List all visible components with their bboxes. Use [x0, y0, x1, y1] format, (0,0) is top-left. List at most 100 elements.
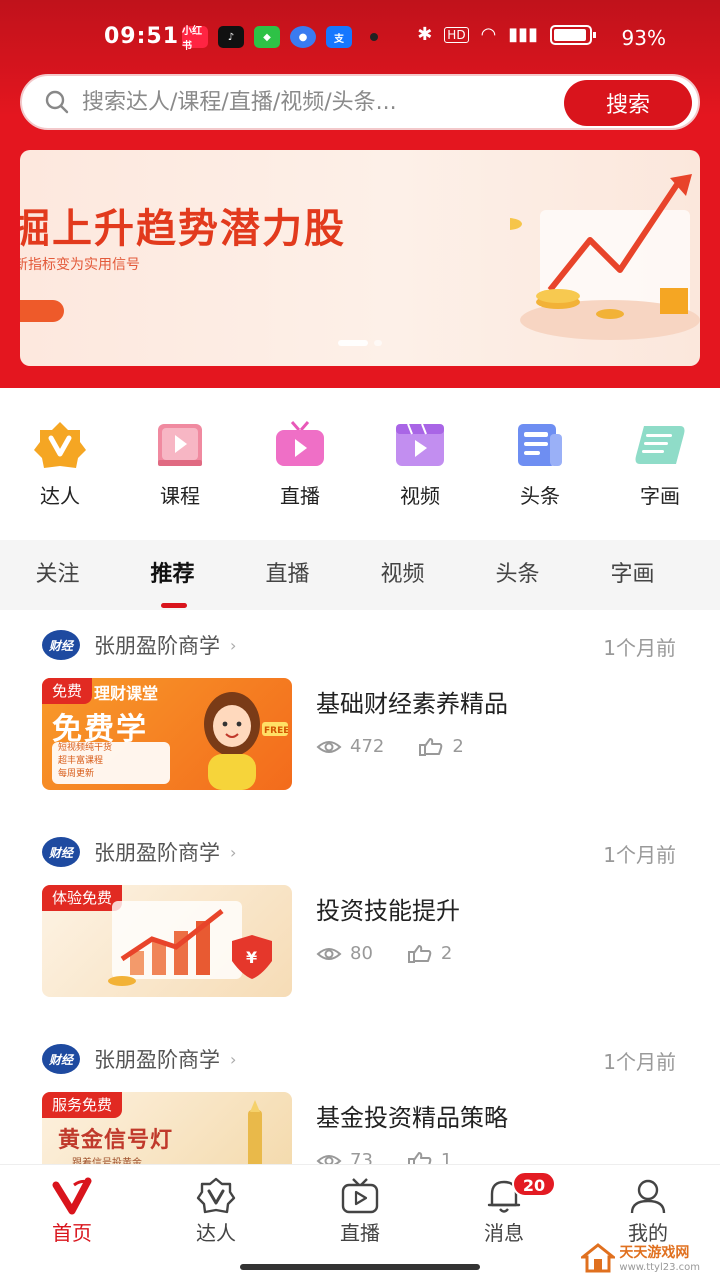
tv-play-icon — [276, 421, 324, 466]
thumbnail-list-line: 每周更新 — [58, 769, 95, 779]
search-input[interactable] — [82, 89, 542, 115]
feed-tabs: 关注 推荐 直播 视频 头条 字画 — [0, 540, 720, 610]
category-painting[interactable]: 字画 — [600, 420, 720, 520]
star-badge-icon — [34, 422, 86, 468]
wechat-icon: ◆ — [254, 26, 280, 48]
author-name: 张朋盈阶商学 — [94, 634, 220, 658]
bluetooth-icon: ✱ — [417, 24, 433, 45]
thumbs-up-icon[interactable] — [418, 737, 444, 756]
thumbnail-list-card: 短视频纯干货 超丰富课程 每周更新 — [52, 742, 170, 784]
category-daren[interactable]: 达人 — [0, 420, 120, 520]
bar-growth-illustration: ¥ — [108, 901, 272, 986]
author-name: 张朋盈阶商学 — [94, 841, 220, 865]
banner-dot — [374, 340, 382, 346]
status-time: 09:51 — [104, 24, 180, 49]
status-bar: 09:51 小红书 ♪ ◆ ● 支 ✱ HD ◠ ▮▮▮ 93% — [0, 0, 720, 62]
feed-thumbnail[interactable]: 免费 理财课堂 免费学 短视频纯干货 超丰富课程 每周更新 FREE — [42, 678, 292, 790]
home-indicator[interactable] — [240, 1264, 480, 1270]
nav-label: 直播 — [340, 1221, 380, 1245]
tab-painting[interactable]: 字画 — [575, 540, 690, 610]
chevron-right-icon: › — [230, 635, 237, 655]
tab-follow[interactable]: 关注 — [0, 540, 115, 610]
nav-messages[interactable]: 消息 20 — [432, 1165, 576, 1254]
thumbnail-tag: 服务免费 — [42, 1092, 123, 1118]
nav-label: 消息 — [484, 1221, 524, 1245]
category-headline[interactable]: 头条 — [480, 420, 600, 520]
like-count: 2 — [440, 943, 453, 964]
thumbs-up-icon[interactable] — [407, 944, 433, 963]
book-play-icon — [158, 424, 202, 466]
status-app-icons: 小红书 ♪ ◆ ● 支 — [182, 26, 378, 52]
wifi-icon: ◠ — [480, 24, 497, 45]
thumbnail-headline: 黄金信号灯 — [58, 1128, 174, 1153]
banner-subtitle: 新指标变为实用信号 — [20, 257, 140, 273]
search-button[interactable]: 搜索 — [564, 80, 692, 126]
nav-profile[interactable]: 我的 — [576, 1165, 720, 1254]
author-logo: 财经 — [42, 630, 80, 660]
tv-icon — [341, 1178, 379, 1214]
feed-item[interactable]: 财经 张朋盈阶商学 › 1个月前 服务免费 黄金信号灯 跟着信号投黄金 基金投资… — [0, 1026, 720, 1164]
search-icon — [45, 90, 69, 114]
tab-video[interactable]: 视频 — [345, 540, 460, 610]
nav-live[interactable]: 直播 — [288, 1165, 432, 1254]
promo-banner[interactable]: 掘上升趋势潜力股 新指标变为实用信号 — [20, 150, 700, 366]
feed-author[interactable]: 财经 张朋盈阶商学 › — [42, 1044, 236, 1074]
banner-dot-active — [338, 340, 368, 346]
girl-illustration: FREE — [204, 692, 288, 790]
user-icon — [630, 1179, 666, 1214]
thumbnail-tag: 免费 — [42, 678, 93, 704]
news-icon — [518, 424, 562, 466]
view-count: 80 — [350, 943, 373, 964]
tab-headline[interactable]: 头条 — [460, 540, 575, 610]
watermark: 天天游戏网 www.ttyl23.com — [581, 1242, 700, 1273]
message-count-badge: 20 — [512, 1171, 556, 1197]
author-logo: 财经 — [42, 1044, 80, 1074]
view-count: 472 — [350, 736, 385, 757]
xiaohongshu-icon: 小红书 — [182, 26, 208, 52]
author-name: 张朋盈阶商学 — [94, 1048, 220, 1072]
notification-dot-icon — [370, 33, 378, 41]
film-play-icon — [396, 423, 444, 466]
feed-list: 财经 张朋盈阶商学 › 1个月前 免费 理财课堂 免费学 短视频纯干货 超丰富课… — [0, 612, 720, 1164]
feed-thumbnail[interactable]: 体验免费 ¥ — [42, 885, 292, 997]
category-course[interactable]: 课程 — [120, 420, 240, 520]
battery-icon — [550, 24, 596, 45]
svg-text:¥: ¥ — [246, 948, 257, 967]
status-indicators: ✱ HD ◠ ▮▮▮ — [417, 24, 596, 45]
feed-stats: 80 2 — [316, 943, 452, 964]
signal-icon: ▮▮▮ — [508, 24, 538, 45]
feed-author[interactable]: 财经 张朋盈阶商学 › — [42, 630, 236, 660]
thumbnail-subtitle: 跟着信号投黄金 — [72, 1158, 142, 1164]
svg-text:FREE: FREE — [264, 726, 288, 736]
category-video[interactable]: 视频 — [360, 420, 480, 520]
feed-item[interactable]: 财经 张朋盈阶商学 › 1个月前 体验免费 ¥ 投资技能提升 80 2 — [0, 819, 720, 1019]
thumbs-up-icon[interactable] — [407, 1151, 433, 1165]
category-label: 达人 — [40, 484, 80, 508]
feed-item[interactable]: 财经 张朋盈阶商学 › 1个月前 免费 理财课堂 免费学 短视频纯干货 超丰富课… — [0, 612, 720, 812]
eye-icon — [316, 740, 342, 753]
douyin-icon: ♪ — [218, 26, 244, 48]
nav-daren[interactable]: 达人 — [144, 1165, 288, 1254]
category-label: 直播 — [280, 484, 320, 508]
category-row: 达人 课程 直播 视频 头条 字画 — [0, 420, 720, 520]
nav-home[interactable]: 首页 — [0, 1165, 144, 1254]
feed-title: 基础财经素养精品 — [316, 690, 508, 718]
alipay-icon: 支 — [326, 26, 352, 48]
banner-cta-button[interactable] — [20, 300, 64, 322]
chevron-right-icon: › — [230, 842, 237, 862]
feed-time: 1个月前 — [603, 843, 676, 867]
feed-time: 1个月前 — [603, 636, 676, 660]
eye-icon — [316, 947, 342, 960]
thumbnail-list-line: 短视频纯干货 — [58, 743, 113, 753]
category-live[interactable]: 直播 — [240, 420, 360, 520]
tab-recommend[interactable]: 推荐 — [115, 540, 230, 610]
banner-pagination — [338, 340, 382, 346]
search-bar[interactable]: 搜索 — [20, 74, 700, 130]
feed-author[interactable]: 财经 张朋盈阶商学 › — [42, 837, 236, 867]
nav-label: 首页 — [52, 1221, 92, 1245]
watermark-house-icon — [581, 1242, 616, 1272]
thumbnail-list-line: 超丰富课程 — [58, 756, 104, 766]
feed-thumbnail[interactable]: 服务免费 黄金信号灯 跟着信号投黄金 — [42, 1092, 292, 1164]
tab-live[interactable]: 直播 — [230, 540, 345, 610]
bottom-navigation: 首页 达人 直播 消息 20 我的 — [0, 1164, 720, 1254]
